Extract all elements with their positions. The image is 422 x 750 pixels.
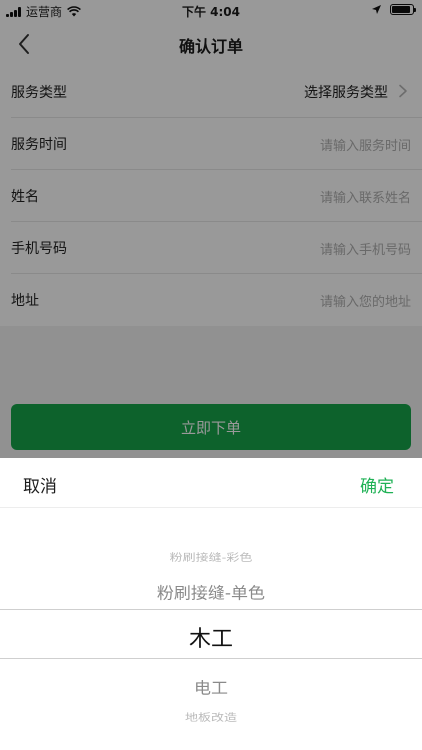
modal-overlay[interactable] (0, 0, 422, 458)
picker-option-selected[interactable]: 木工 (0, 621, 422, 653)
picker-sheet: 取消 确定 粉刷接缝-彩色 粉刷接缝-单色 木工 电工 地板改造 (0, 458, 422, 750)
picker-fade (0, 728, 422, 750)
picker-header: 取消 确定 (0, 458, 422, 508)
picker-selection-top-line (0, 609, 422, 610)
picker-selection-bottom-line (0, 658, 422, 659)
service-type-picker[interactable]: 粉刷接缝-彩色 粉刷接缝-单色 木工 电工 地板改造 (0, 508, 422, 750)
cancel-button[interactable]: 取消 (23, 472, 57, 497)
picker-option[interactable]: 电工 (0, 675, 422, 698)
picker-option[interactable]: 粉刷接缝-彩色 (0, 549, 422, 564)
confirm-button[interactable]: 确定 (360, 472, 394, 497)
picker-option[interactable]: 地板改造 (0, 709, 422, 724)
picker-option[interactable]: 粉刷接缝-单色 (0, 580, 422, 603)
